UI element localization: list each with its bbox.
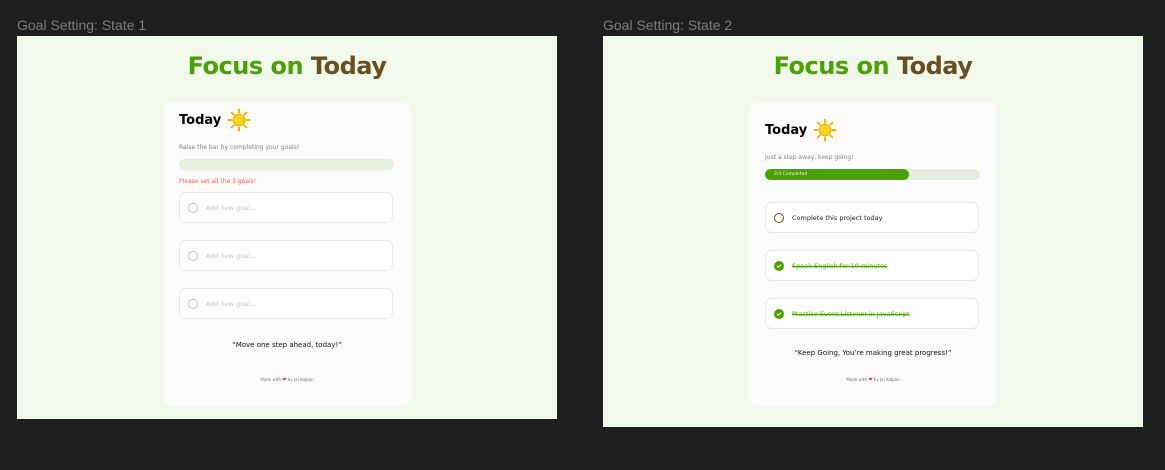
- card-header: Today: [179, 108, 251, 132]
- footer-text-pre: Made with: [846, 377, 868, 382]
- goal-checkbox[interactable]: [188, 298, 198, 309]
- card-title: Today: [765, 122, 808, 138]
- progress-bar: 2/3 Completed: [765, 169, 980, 180]
- goal-input-row[interactable]: Add new goal...: [179, 288, 393, 319]
- goal-input-placeholder[interactable]: Add new goal...: [206, 252, 256, 260]
- goal-item[interactable]: Speak English for 10 minutes: [765, 250, 979, 281]
- goal-input-row[interactable]: Add new goal...: [179, 192, 393, 223]
- goal-checkbox[interactable]: [188, 202, 198, 213]
- goal-input-placeholder[interactable]: Add new goal...: [206, 204, 256, 212]
- goal-item[interactable]: Complete this project today: [765, 202, 979, 233]
- app-title-part1: Focus on: [187, 52, 304, 80]
- heart-icon: ❤: [868, 377, 873, 383]
- app-title-part1: Focus on: [773, 52, 890, 80]
- goal-text[interactable]: Practice Event Listener in JavaScript: [792, 310, 910, 318]
- frame-label: Goal Setting: State 2: [603, 17, 733, 33]
- sun-icon: [813, 118, 837, 142]
- footer-credit: Made with ❤ by Jai Kalpan: [163, 377, 411, 383]
- app-title: Focus on Today: [17, 52, 557, 80]
- goal-text[interactable]: Complete this project today: [792, 214, 882, 222]
- goals-card: Today Just a step away, keep going! 2/3 …: [749, 102, 997, 406]
- card-header: Today: [765, 118, 837, 142]
- goal-text[interactable]: Speak English for 10 minutes: [792, 262, 887, 270]
- goal-setting-frame-state-1: Focus on Today Today Raise the bar by co…: [17, 36, 557, 419]
- error-message: Please set all the 3 goals!: [179, 178, 257, 185]
- footer-text-post: by Jai Kalpan: [873, 377, 900, 382]
- goal-checkbox[interactable]: [188, 250, 198, 261]
- footer-credit: Made with ❤ by Jai Kalpan: [749, 377, 997, 383]
- footer-text-pre: Made with: [260, 377, 282, 382]
- card-title: Today: [179, 112, 222, 128]
- motivational-quote: “Move one step ahead, today!”: [232, 341, 342, 349]
- frame-label: Goal Setting: State 1: [17, 17, 147, 33]
- progress-caption: Just a step away, keep going!: [765, 154, 854, 161]
- goals-card: Today Raise the bar by completing your g…: [163, 102, 411, 406]
- check-circle-icon[interactable]: [774, 308, 784, 319]
- goal-checkbox[interactable]: [774, 212, 784, 223]
- heart-icon: ❤: [282, 377, 287, 383]
- goal-input-placeholder[interactable]: Add new goal...: [206, 300, 256, 308]
- progress-bar: [179, 159, 394, 170]
- check-circle-icon[interactable]: [774, 260, 784, 271]
- progress-fill: 2/3 Completed: [765, 169, 910, 180]
- progress-label: 2/3 Completed: [774, 172, 808, 177]
- motivational-quote: “Keep Going, You’re making great progres…: [794, 349, 952, 357]
- footer-text-post: by Jai Kalpan: [287, 377, 314, 382]
- app-title: Focus on Today: [603, 52, 1143, 80]
- app-title-part2: Today: [896, 52, 973, 80]
- goal-setting-frame-state-2: Focus on Today Today Just a step away, k…: [603, 36, 1143, 427]
- sun-icon: [227, 108, 251, 132]
- progress-caption: Raise the bar by completing your goals!: [179, 144, 300, 151]
- goal-item[interactable]: Practice Event Listener in JavaScript: [765, 298, 979, 329]
- app-title-part2: Today: [310, 52, 387, 80]
- goal-input-row[interactable]: Add new goal...: [179, 240, 393, 271]
